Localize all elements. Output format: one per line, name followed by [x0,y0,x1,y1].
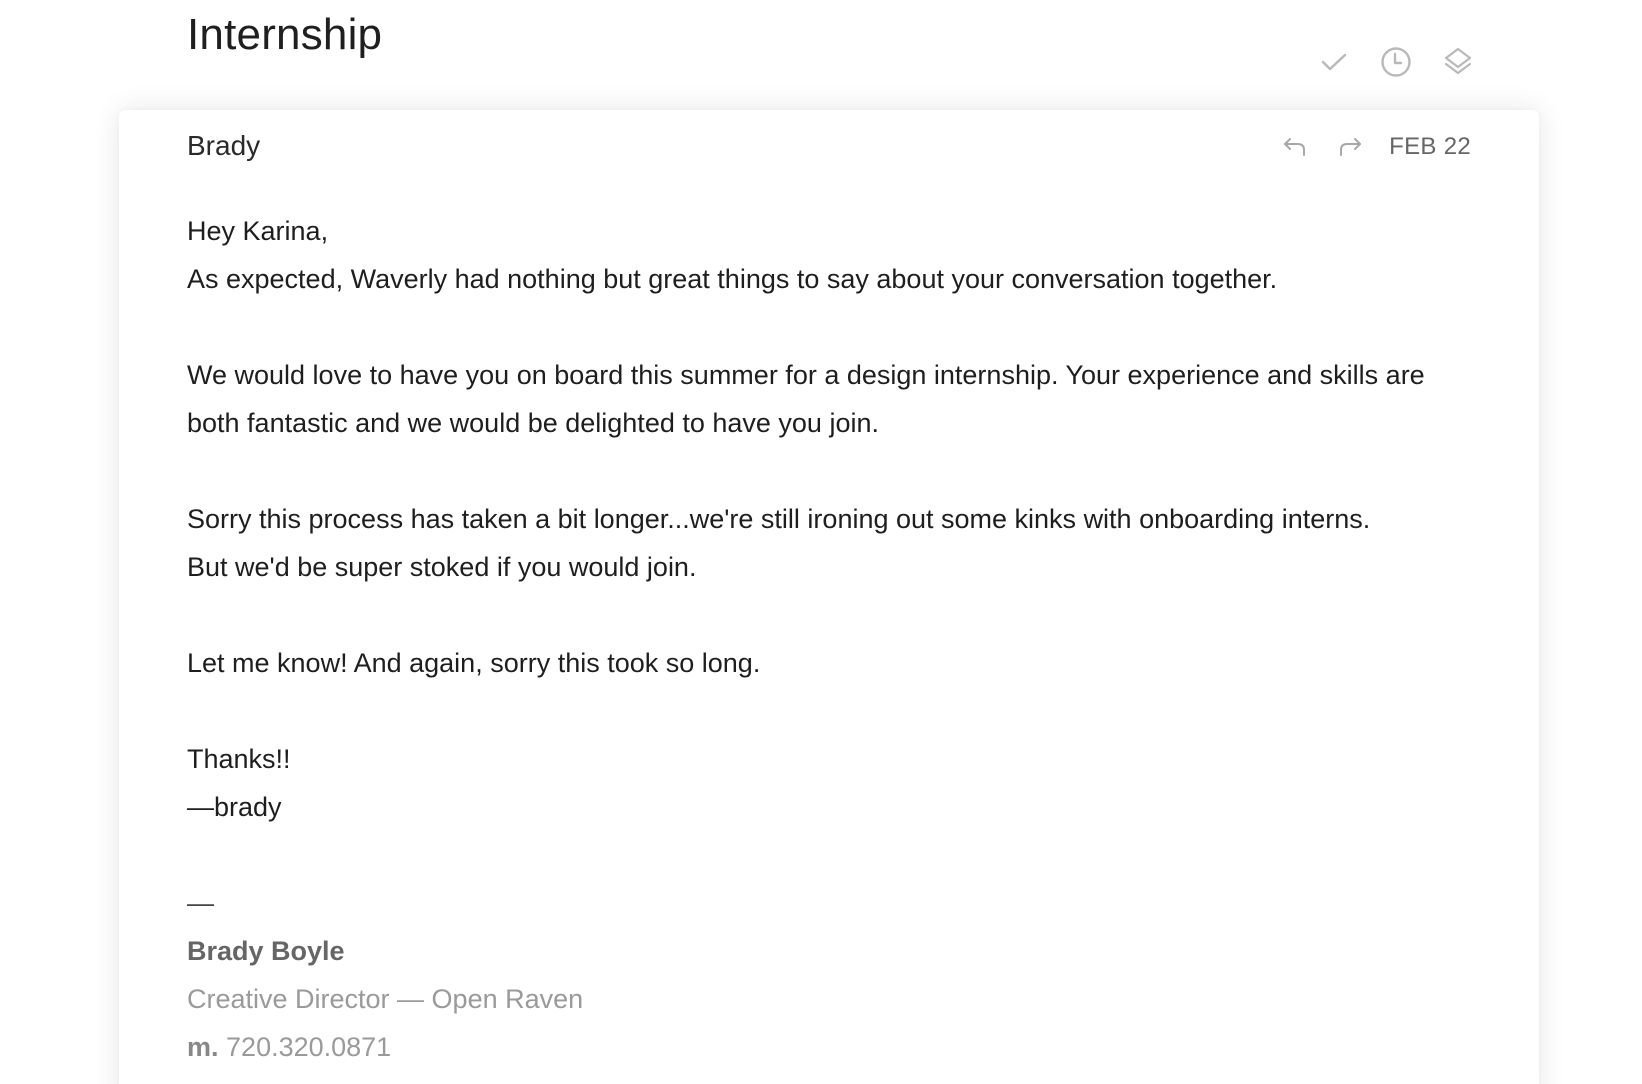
move-button[interactable] [1440,44,1476,80]
clock-icon [1381,47,1411,77]
reply-icon [1284,138,1306,156]
message-card: Brady FEB 22 Hey Karina, As expected, Wa… [119,110,1539,1084]
mark-done-button[interactable] [1316,44,1352,80]
reply-button[interactable] [1279,131,1311,163]
thread-title: Internship [187,10,383,59]
paragraph: As expected, Waverly had nothing but gre… [187,264,1278,294]
paragraph: Let me know! And again, sorry this took … [187,648,761,678]
phone-label: m. [187,1032,219,1062]
phone-number[interactable]: 720.320.0871 [226,1032,391,1062]
signature-name: Brady Boyle [187,936,345,966]
signature-divider: — [187,888,214,918]
signature-phone: m. 720.320.0871 [187,1023,1487,1071]
paragraph-line: both fantastic and we would be delighted… [187,408,879,438]
forward-button[interactable] [1334,131,1366,163]
paragraph-line: We would love to have you on board this … [187,360,1425,390]
thread-toolbar [1316,44,1476,80]
email-thread-view: Internship Brady FEB 22 Hey Karina, As e… [0,0,1642,1084]
snooze-button[interactable] [1378,44,1414,80]
paragraph-line: Sorry this process has taken a bit longe… [187,504,1371,534]
greeting: Hey Karina, [187,216,329,246]
forward-icon [1340,138,1362,156]
message-actions: FEB 22 [1279,130,1471,164]
closing: Thanks!! [187,744,291,774]
check-icon [1321,53,1347,71]
signoff: —brady [187,792,282,822]
paragraph-line: But we'd be super stoked if you would jo… [187,552,697,582]
layers-icon [1444,47,1472,75]
message-date: FEB 22 [1389,133,1471,160]
sender-name: Brady [187,130,261,161]
message-body: Hey Karina, As expected, Waverly had not… [187,207,1487,1071]
signature-role: Creative Director — Open Raven [187,984,584,1014]
